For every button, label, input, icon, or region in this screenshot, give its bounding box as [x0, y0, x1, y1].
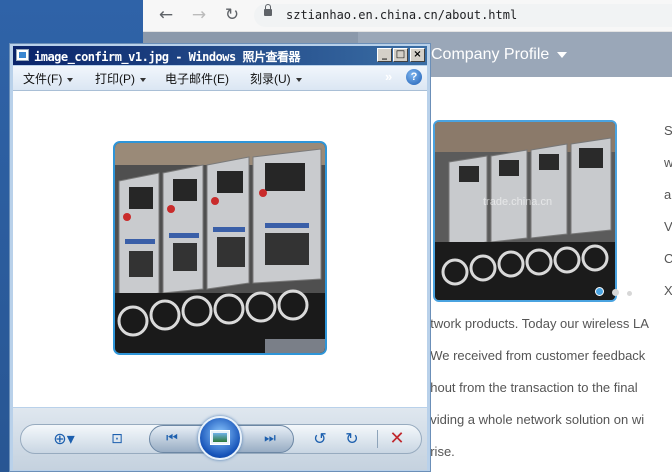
text-fragment: V — [664, 219, 672, 234]
lock-icon — [264, 4, 272, 16]
carousel-dot[interactable] — [612, 289, 619, 296]
menu-label: 刻录(U) — [250, 72, 291, 86]
displayed-photo — [113, 141, 327, 355]
menu-overflow-icon[interactable]: » — [385, 69, 392, 84]
carousel-indicators — [595, 283, 640, 301]
menu-label: 打印(P) — [95, 72, 135, 86]
back-arrow-icon[interactable]: ← — [155, 4, 177, 26]
delete-icon[interactable]: ✕ — [387, 429, 407, 449]
carousel-dot[interactable] — [627, 291, 632, 296]
chevron-down-icon — [557, 51, 568, 58]
text-fragment: S — [664, 123, 672, 138]
menu-bar: 文件(F) 打印(P) 电子邮件(E) 刻录(U) » ? — [13, 66, 427, 91]
rotate-counterclockwise-icon[interactable]: ↺ — [310, 429, 330, 449]
menu-print[interactable]: 打印(P) — [95, 70, 146, 87]
chevron-down-icon — [67, 77, 74, 82]
image-canvas — [13, 91, 427, 407]
title-bar[interactable]: image_confirm_v1.jpg - Windows 照片查看器 _ □… — [13, 46, 427, 65]
actual-size-icon[interactable]: ⊡ — [107, 429, 127, 449]
photo-viewer-window: image_confirm_v1.jpg - Windows 照片查看器 _ □… — [9, 43, 431, 472]
forward-arrow-icon[interactable]: → — [188, 4, 210, 26]
text-fragment: C — [664, 251, 672, 266]
image-carousel[interactable] — [433, 120, 617, 302]
next-icon[interactable]: ⏭ — [258, 429, 282, 449]
paragraph-line: ghout from the transaction to the final — [423, 380, 638, 395]
text-fragment: a — [664, 187, 672, 202]
maximize-button[interactable]: □ — [393, 48, 408, 62]
nav-item-label: Company Profile — [431, 46, 550, 63]
menu-burn[interactable]: 刻录(U) — [250, 70, 302, 87]
menu-label: 电子邮件(E) — [165, 72, 229, 86]
paragraph-line: oviding a whole network solution on wi — [423, 412, 645, 427]
text-fragment: w — [664, 155, 672, 170]
menu-label: 文件(F) — [23, 72, 63, 86]
paragraph-line: etwork products. Today our wireless LA — [423, 316, 649, 331]
machine-photo — [115, 143, 325, 353]
chevron-down-icon — [140, 77, 146, 82]
menu-file[interactable]: 文件(F) — [23, 70, 74, 87]
slideshow-button[interactable] — [198, 416, 242, 460]
reload-icon[interactable]: ↻ — [221, 4, 243, 26]
control-bar: ⊕▾ ⊡ ⏮ ⏭ ↺ ↻ ✕ — [13, 408, 427, 470]
paragraph-line: . We received from customer feedback — [423, 348, 646, 363]
help-icon[interactable]: ? — [406, 69, 422, 85]
text-fragment: X — [664, 283, 672, 298]
carousel-dot-active[interactable] — [595, 287, 604, 296]
minimize-button[interactable]: _ — [377, 48, 392, 62]
watermark-text: trade.china.cn — [483, 196, 553, 208]
browser-toolbar: ← → ↻ sztianhao.en.china.cn/about.html — [143, 0, 672, 32]
address-bar-url: sztianhao.en.china.cn/about.html — [286, 8, 518, 22]
rotate-clockwise-icon[interactable]: ↻ — [342, 429, 362, 449]
zoom-icon[interactable]: ⊕▾ — [49, 429, 79, 449]
menu-email[interactable]: 电子邮件(E) — [165, 70, 229, 87]
carousel-photo — [435, 122, 615, 300]
previous-icon[interactable]: ⏮ — [160, 429, 184, 449]
nav-item-company-profile[interactable]: Company Profile — [431, 32, 568, 77]
address-bar[interactable]: sztianhao.en.china.cn/about.html — [254, 4, 672, 27]
chevron-down-icon — [295, 77, 302, 82]
photo-viewer-app-icon — [16, 49, 29, 61]
window-title: image_confirm_v1.jpg - Windows 照片查看器 — [34, 50, 300, 64]
close-button[interactable]: × — [410, 48, 425, 62]
toolbar-separator — [377, 430, 378, 448]
slideshow-icon — [210, 430, 230, 445]
